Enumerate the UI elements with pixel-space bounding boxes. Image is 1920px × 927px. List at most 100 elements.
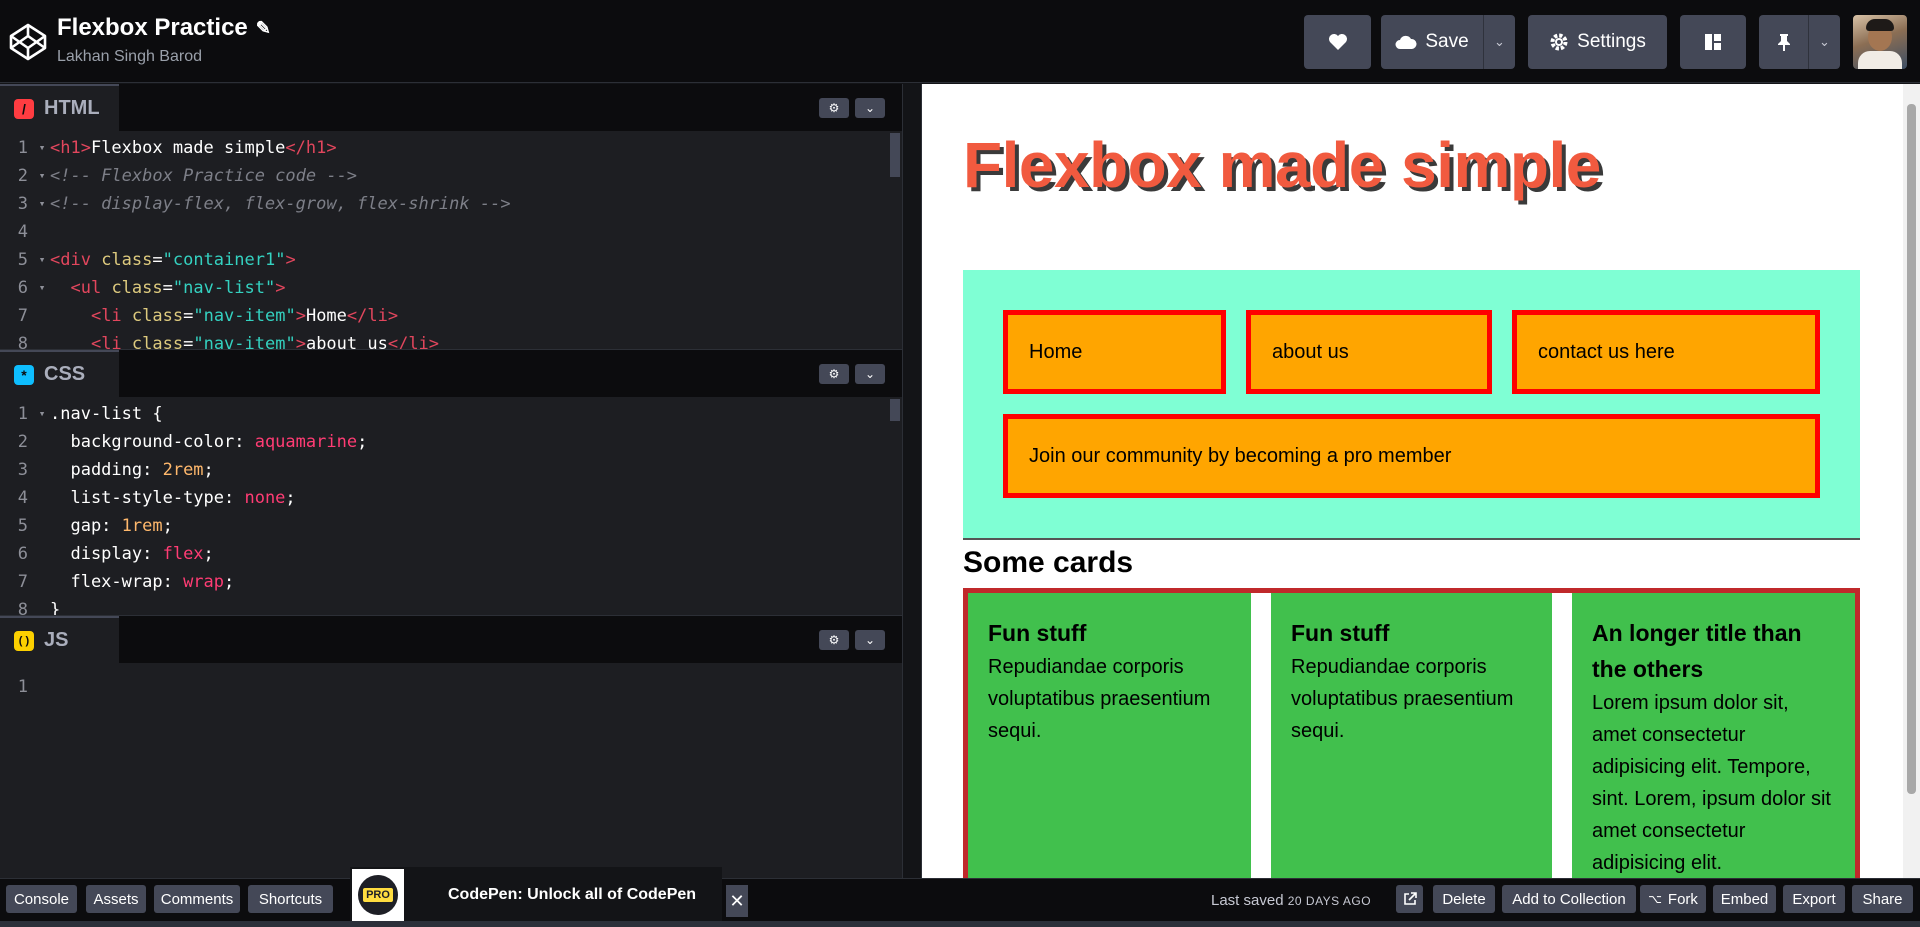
code-line[interactable]: 8 <li class="nav-item">about us</li> (0, 330, 902, 349)
pro-badge-icon: PRO (352, 869, 404, 921)
nav-item[interactable]: Home (1003, 310, 1226, 394)
tab-css[interactable]: * CSS (0, 350, 119, 397)
code-line[interactable]: 5 ▾ <div class="container1"> (0, 246, 902, 274)
html-scrollbar[interactable] (890, 133, 900, 177)
js-collapse-button[interactable]: ⌄ (855, 630, 885, 650)
code-line[interactable]: 3 ▾ <!-- display-flex, flex-grow, flex-shr… (0, 190, 902, 218)
card-title: An longer title than the others (1592, 620, 1802, 682)
tab-html-label: HTML (44, 97, 100, 119)
code-text: <div class="container1"> (50, 250, 296, 270)
open-external-button[interactable] (1396, 885, 1423, 913)
code-line[interactable]: 6 display: flex; (0, 540, 902, 568)
code-line[interactable]: 1 ▾ .nav-list { (0, 400, 902, 428)
code-line[interactable]: 6 ▾ <ul class="nav-list"> (0, 274, 902, 302)
user-avatar[interactable] (1853, 15, 1907, 69)
code-line[interactable]: 2 background-color: aquamarine; (0, 428, 902, 456)
pin-options-button[interactable]: ⌄ (1808, 15, 1840, 69)
share-button[interactable]: Share (1852, 885, 1913, 913)
pen-title[interactable]: Flexbox Practice (57, 14, 248, 42)
code-line[interactable]: 8} (0, 596, 902, 615)
gear-icon: ⚙ (828, 367, 840, 381)
cloud-icon (1395, 35, 1417, 49)
pen-author[interactable]: Lakhan Singh Barod (57, 48, 271, 66)
codepen-logo-icon[interactable] (8, 22, 48, 62)
fold-arrow-icon[interactable]: ▾ (34, 400, 50, 428)
html-settings-button[interactable]: ⚙ (819, 98, 849, 118)
nav-item[interactable]: about us (1246, 310, 1492, 394)
change-view-button[interactable] (1680, 15, 1746, 69)
fold-gutter (34, 484, 50, 512)
code-line[interactable]: 1 (0, 673, 902, 701)
embed-button[interactable]: Embed (1713, 885, 1776, 913)
code-line[interactable]: 7 flex-wrap: wrap; (0, 568, 902, 596)
css-code-area[interactable]: 1 ▾ .nav-list {2 background-color: aquamar… (0, 397, 902, 615)
preview-subheading: Some cards (963, 546, 1134, 579)
pro-badge-text: PRO (363, 888, 393, 902)
nav-item[interactable]: contact us here (1512, 310, 1820, 394)
fold-gutter (34, 428, 50, 456)
chevron-down-icon: ⌄ (864, 633, 876, 647)
comments-button[interactable]: Comments (154, 885, 240, 913)
pro-promo-banner[interactable]: PRO CodePen: Unlock all of CodePen (350, 867, 722, 923)
html-collapse-button[interactable]: ⌄ (855, 98, 885, 118)
css-pane-header: * CSS ⚙ ⌄ (0, 350, 902, 397)
love-button[interactable] (1304, 15, 1371, 69)
export-button[interactable]: Export (1783, 885, 1845, 913)
line-number: 4 (17, 222, 28, 242)
code-text: } (50, 600, 61, 615)
shortcuts-button[interactable]: Shortcuts (248, 885, 333, 913)
save-options-button[interactable]: ⌄ (1483, 15, 1515, 69)
code-line[interactable]: 5 gap: 1rem; (0, 512, 902, 540)
code-text: <h1>Flexbox made simple</h1> (50, 138, 337, 158)
fork-button[interactable]: ⌥ Fork (1640, 885, 1706, 913)
code-line[interactable]: 2 ▾ <!-- Flexbox Practice code --> (0, 162, 902, 190)
line-number: 6 (17, 544, 28, 564)
html-editor-pane: / HTML ⚙ ⌄ 1 ▾ <h1>Flexbox made simple</h1… (0, 84, 902, 349)
card: An longer title than the others Lorem ip… (1572, 593, 1855, 878)
console-button[interactable]: Console (6, 885, 77, 913)
save-button[interactable]: Save (1381, 15, 1483, 69)
fold-arrow-icon[interactable]: ▾ (34, 190, 50, 218)
assets-button[interactable]: Assets (86, 885, 146, 913)
card-title: Fun stuff (988, 620, 1087, 646)
fold-gutter (34, 330, 50, 349)
delete-button[interactable]: Delete (1433, 885, 1495, 913)
code-line[interactable]: 1 ▾ <h1>Flexbox made simple</h1> (0, 134, 902, 162)
fold-arrow-icon[interactable]: ▾ (34, 134, 50, 162)
preview-scrollbar-thumb[interactable] (1907, 104, 1916, 794)
css-settings-button[interactable]: ⚙ (819, 364, 849, 384)
tab-js[interactable]: ( ) JS (0, 616, 119, 663)
close-icon[interactable]: ✕ (726, 885, 748, 917)
line-number: 5 (17, 250, 28, 270)
code-line[interactable]: 4 list-style-type: none; (0, 484, 902, 512)
fold-arrow-icon[interactable]: ▾ (34, 274, 50, 302)
line-number: 8 (17, 600, 28, 615)
pin-button[interactable] (1759, 15, 1808, 69)
pen-title-row: Flexbox Practice ✎ (57, 14, 271, 42)
css-collapse-button[interactable]: ⌄ (855, 364, 885, 384)
css-scrollbar[interactable] (890, 399, 900, 421)
html-code-area[interactable]: 1 ▾ <h1>Flexbox made simple</h1> 2 ▾ <!-- Fle… (0, 131, 902, 349)
code-line[interactable]: 3 padding: 2rem; (0, 456, 902, 484)
line-number: 7 (17, 572, 28, 592)
code-line[interactable]: 4 (0, 218, 902, 246)
edit-pencil-icon[interactable]: ✎ (256, 18, 271, 39)
line-number: 2 (17, 166, 28, 186)
preview-scrollbar[interactable] (1903, 84, 1920, 878)
card-text: Repudiandae corporis voluptatibus praese… (1291, 656, 1514, 742)
fold-arrow-icon[interactable]: ▾ (34, 246, 50, 274)
code-line[interactable]: 7 <li class="nav-item">Home</li> (0, 302, 902, 330)
code-text: .nav-list { (50, 404, 163, 424)
add-to-collection-button[interactable]: Add to Collection (1502, 885, 1636, 913)
fold-arrow-icon[interactable]: ▾ (34, 162, 50, 190)
settings-button[interactable]: Settings (1528, 15, 1667, 69)
nav-item[interactable]: Join our community by becoming a pro mem… (1003, 414, 1820, 498)
code-text: padding: 2rem; (50, 460, 214, 480)
code-text: <!-- display-flex, flex-grow, flex-shrin… (50, 194, 511, 214)
card: Fun stuff Repudiandae corporis voluptati… (968, 593, 1251, 878)
editor-preview-resizer[interactable] (902, 84, 922, 878)
js-code-area[interactable]: 1 (0, 663, 902, 878)
avatar-shirt (1858, 51, 1902, 69)
js-settings-button[interactable]: ⚙ (819, 630, 849, 650)
tab-html[interactable]: / HTML (0, 84, 119, 131)
